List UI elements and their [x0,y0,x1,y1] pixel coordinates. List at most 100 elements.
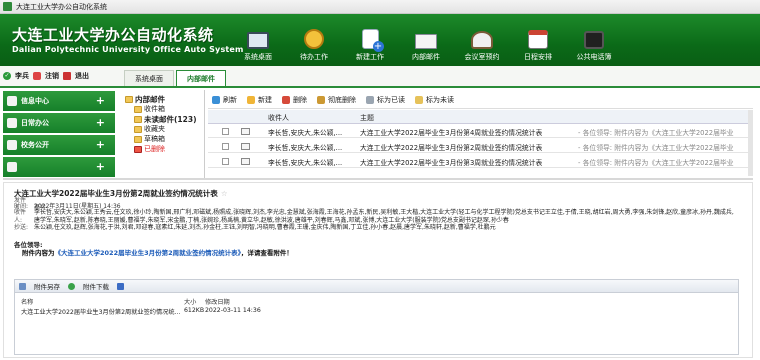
row-recipient: 李长哲,安庆大,朱公颖,... [268,144,343,152]
expand-plus-icon[interactable]: + [96,160,105,173]
attachments-header: 名称 大小 修改日期 [21,299,230,306]
user-name[interactable]: 李兵 [15,71,29,81]
refresh-button[interactable]: 刷新 [212,95,237,105]
tree-item-unread[interactable]: 未读邮件(123) [125,114,204,124]
sidebar-item-school-affairs[interactable]: 校务公开 + [3,135,115,155]
phone-book-icon [584,31,604,49]
attachment-time: 2022-03-11 14:36 [205,307,261,314]
sidebar-item-label: 校务公开 [21,141,49,149]
mail-row[interactable]: 李长哲,安庆大,朱公颖,... 大连工业大学2022届毕业生3月份第4周就业签约… [208,125,753,138]
user-icon [33,72,41,80]
message-subject: 大连工业大学2022届毕业生3月份第2周就业签约情况统计表 ☆ [14,189,228,198]
tree-item-drafts[interactable]: 草稿箱 [125,134,204,144]
row-subject: 大连工业大学2022届毕业生3月份第4周就业签约情况统计表 [360,129,543,137]
mail-icon [241,128,250,135]
column-header-recipient[interactable]: 收件人 [268,113,289,123]
user-bar: ✓ 李兵 注销 退出 系统桌面 内部邮件 [0,66,760,88]
attachments-panel: 附件另存 附件下载 名称 大小 修改日期 大连工业大学2022届毕业生3月份第2… [14,279,739,355]
tree-item-favorites[interactable]: 收藏夹 [125,124,204,134]
left-sidebar: 信息中心 + 日常办公 + 校务公开 + + [3,91,115,177]
nav-label: 日程安排 [524,53,552,61]
mail-row[interactable]: 李长哲,安庆大,朱公颖,... 大连工业大学2022届毕业生3月份第2周就业签约… [208,140,753,153]
row-preview: - 各位领导: 附件内容为《大连工业大学2022届毕业 [578,144,734,152]
download-all-button[interactable]: 附件下载 [83,281,109,291]
reading-pane: 大连工业大学2022届毕业生3月份第2周就业签约情况统计表 ☆ 发件人: 李兵 时间… [3,182,753,358]
desktop-monitor-icon [247,32,269,49]
nav-phone-book[interactable]: 公共电话簿 [566,14,622,66]
people-meeting-icon [471,31,493,49]
tree-item-inbox[interactable]: 收件箱 [125,104,204,114]
delete-button[interactable]: 删除 [282,95,307,105]
star-icon[interactable]: ☆ [221,189,228,198]
purge-icon [317,95,325,104]
row-checkbox[interactable] [222,158,229,165]
nav-todo-work[interactable]: 待办工作 [286,14,342,66]
nav-meeting-room[interactable]: 会议室预约 [454,14,510,66]
expand-plus-icon[interactable]: + [96,116,105,129]
sidebar-item-more[interactable]: + [3,157,115,177]
attachment-size: 612KB [184,307,205,314]
greeting: 各位领导: [14,241,43,249]
attachment-row[interactable]: 大连工业大学2022届毕业生3月份第2周就业签约情况统... 612KB 202… [19,307,734,316]
nav-internal-mail[interactable]: 内部邮件 [398,14,454,66]
view-options-icon[interactable] [117,282,124,290]
recipients-list: 李长哲,安庆大,朱公颖,王秀云,任文玖,徐小玲,陶新国,邢广利,邓磁斌,杨照成,… [34,209,734,224]
tree-root-internal-mail[interactable]: 内部邮件 [125,94,204,104]
row-checkbox[interactable] [222,143,229,150]
nav-label: 会议室预约 [464,53,500,61]
save-all-button[interactable]: 附件另存 [34,281,60,291]
draft-icon [134,135,142,143]
nav-schedule[interactable]: 日程安排 [510,14,566,66]
nav-label: 内部邮件 [412,53,440,61]
office-icon [7,118,17,128]
mail-row[interactable]: 李长哲,安庆大,朱公颖,... 大连工业大学2022届毕业生3月份第3周就业签约… [208,155,753,168]
nav-system-desktop[interactable]: 系统桌面 [230,14,286,66]
new-mail-button[interactable]: 新建 [247,95,272,105]
mail-toolbar: 刷新 新建 删除 彻底删除 标为已读 标为未读 [208,91,753,109]
cc-list: 朱公颖,任文玖,赵辉,张海花,于洪,刘君,邓迎春,寇素红,朱延,刘杰,孙金柱,王… [34,224,496,231]
download-icon [68,282,75,290]
mark-unread-button[interactable]: 标为未读 [415,95,454,105]
affairs-icon [7,140,17,150]
read-mail-icon [366,95,374,104]
sidebar-item-info-center[interactable]: 信息中心 + [3,91,115,111]
expand-plus-icon[interactable]: + [96,94,105,107]
exit-link[interactable]: 退出 [75,71,89,81]
sidebar-item-daily-office[interactable]: 日常办公 + [3,113,115,133]
tab-strip: 系统桌面 内部邮件 [124,70,226,86]
row-preview: - 各位领导: 附件内容为《大连工业大学2022届毕业 [578,159,734,167]
nav-label: 系统桌面 [244,53,272,61]
folder-icon [125,95,133,103]
row-subject: 大连工业大学2022届毕业生3月份第2周就业签约情况统计表 [360,144,543,152]
exit-icon [63,72,71,80]
row-subject: 大连工业大学2022届毕业生3月份第3周就业签约情况统计表 [360,159,543,167]
attachments-toolbar: 附件另存 附件下载 [15,280,738,293]
tree-item-deleted[interactable]: 已删除 [125,144,204,154]
list-scrollbar[interactable] [748,110,753,176]
app-icon [3,2,12,11]
mark-read-button[interactable]: 标为已读 [366,95,405,105]
calendar-icon [528,30,548,49]
row-preview: - 各位领导: 附件内容为《大连工业大学2022届毕业 [578,129,734,137]
tab-system-desktop[interactable]: 系统桌面 [124,70,174,86]
logout-link[interactable]: 注销 [45,71,59,81]
nav-label: 新建工作 [356,53,384,61]
window-title-bar: 大连工业大学办公自动化系统 [0,0,760,14]
expand-plus-icon[interactable]: + [96,138,105,151]
body-link[interactable]: 《大连工业大学2022届毕业生3月份第2周就业签约情况统计表》 [55,249,241,257]
attachment-name: 大连工业大学2022届毕业生3月份第2周就业签约情况统... [21,309,181,316]
star-folder-icon [134,125,142,133]
info-icon [7,96,17,106]
oa-window: 大连工业大学办公自动化系统 大连工业大学办公自动化系统 Dalian Polyt… [0,0,760,360]
save-icon [19,282,26,290]
nav-label: 待办工作 [300,53,328,61]
sidebar-item-label: 日常办公 [21,119,49,127]
row-checkbox[interactable] [222,128,229,135]
recipients-block: 收件人:李长哲,安庆大,朱公颖,王秀云,任文玖,徐小玲,陶新国,邢广利,邓磁斌,… [14,209,734,231]
tab-internal-mail[interactable]: 内部邮件 [176,70,226,86]
nav-new-work[interactable]: 新建工作 [342,14,398,66]
purge-button[interactable]: 彻底删除 [317,95,356,105]
app-header: 大连工业大学办公自动化系统 Dalian Polytechnic Univers… [0,14,760,66]
pane-splitter[interactable] [3,178,753,180]
column-header-subject[interactable]: 主题 [360,113,374,123]
